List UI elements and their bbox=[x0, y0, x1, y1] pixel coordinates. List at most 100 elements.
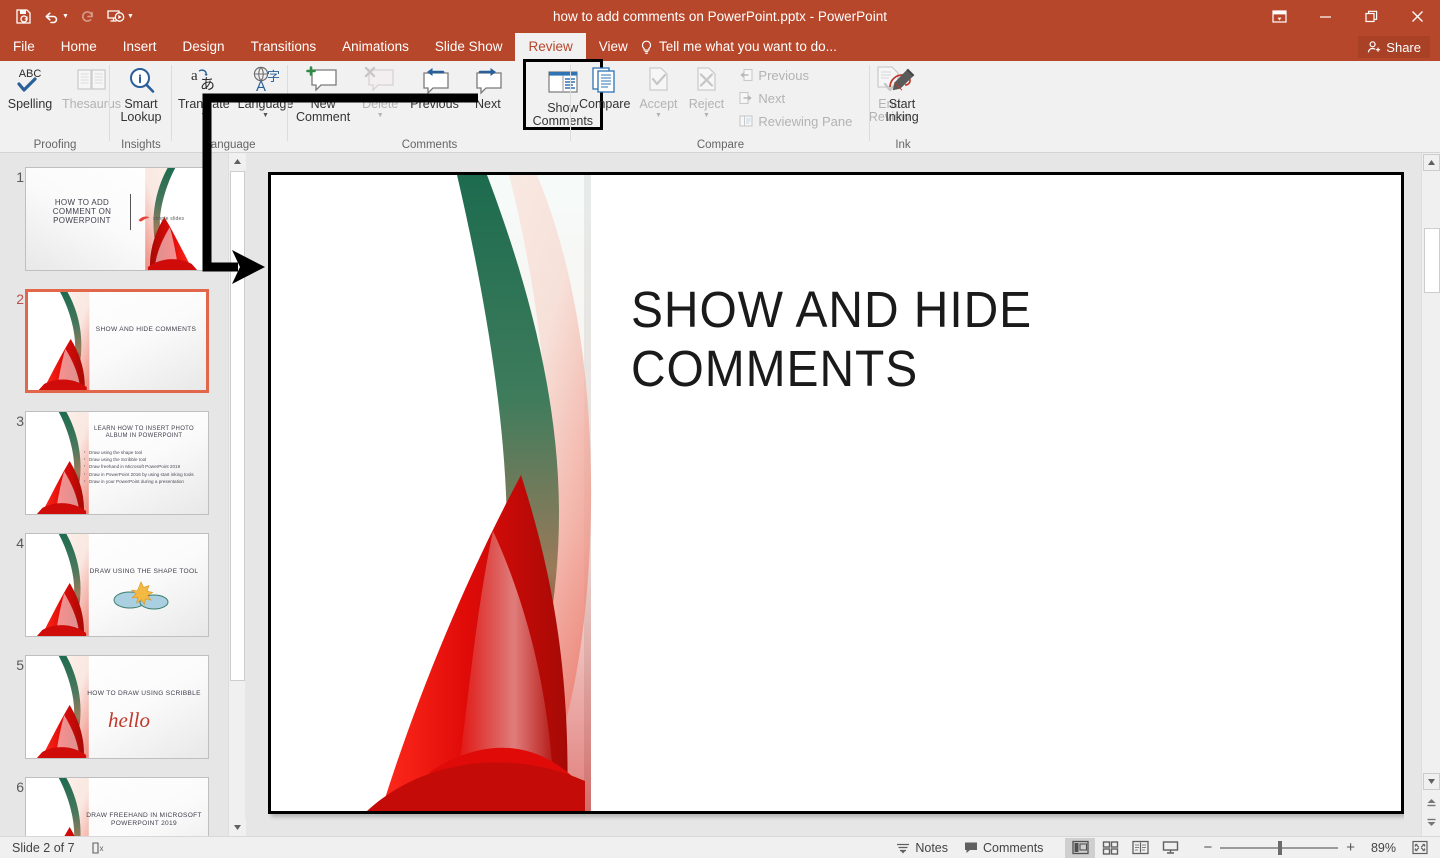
pane-splitter[interactable] bbox=[246, 153, 254, 836]
delete-comment-button[interactable]: Delete ▼ bbox=[354, 61, 406, 119]
slide-title[interactable]: SHOW AND HIDE COMMENTS bbox=[631, 280, 1327, 398]
next-change-icon bbox=[739, 91, 753, 105]
spelling-label: Spelling bbox=[7, 97, 53, 111]
scroll-down-icon[interactable] bbox=[229, 819, 246, 836]
current-slide[interactable]: SHOW AND HIDE COMMENTS bbox=[268, 172, 1404, 814]
thumbnail-slide-6[interactable]: 6 DRAW FREEHAND IN MICROSOFT POWERPOINT … bbox=[0, 777, 228, 836]
ribbon-group-comments: New Comment Delete ▼ Previous Next Show … bbox=[288, 59, 603, 153]
reviewing-pane-label: Reviewing Pane bbox=[758, 113, 853, 129]
zoom-out-button[interactable]: − bbox=[1195, 837, 1220, 858]
comments-button[interactable]: Comments bbox=[956, 837, 1051, 858]
svg-text:a: a bbox=[191, 68, 198, 84]
slide-scrollbar-thumb[interactable] bbox=[1424, 228, 1440, 293]
slide-stage[interactable]: SHOW AND HIDE COMMENTS bbox=[254, 153, 1404, 836]
language-label: Language bbox=[237, 97, 294, 111]
normal-view-button[interactable] bbox=[1065, 837, 1096, 858]
next-slide-button[interactable] bbox=[1423, 814, 1440, 831]
translate-button[interactable]: aあ Translate ▼ bbox=[174, 61, 234, 120]
language-dropdown-icon[interactable]: ▼ bbox=[262, 112, 269, 119]
tab-home[interactable]: Home bbox=[48, 33, 110, 61]
bullet-marker: ▪ bbox=[84, 450, 86, 454]
thumbnail-title: HOW TO DRAW USING SCRIBBLE bbox=[87, 690, 201, 697]
start-inking-button[interactable]: Start Inking bbox=[876, 61, 928, 124]
undo-dropdown-icon[interactable]: ▼ bbox=[62, 13, 73, 20]
smart-lookup-button[interactable]: Smart Lookup bbox=[116, 61, 166, 124]
tab-animations[interactable]: Animations bbox=[329, 33, 422, 61]
thumbnail-preview[interactable]: HOW TO DRAW USING SCRIBBLE hello bbox=[25, 655, 209, 759]
slide-indicator[interactable]: Slide 2 of 7 bbox=[0, 837, 83, 858]
translate-dropdown-icon[interactable]: ▼ bbox=[200, 112, 207, 119]
previous-change-button[interactable]: Previous bbox=[734, 64, 857, 86]
ribbon-group-label-ink: Ink bbox=[895, 139, 911, 151]
compare-label: Compare bbox=[579, 97, 631, 111]
zoom-slider-handle[interactable] bbox=[1278, 840, 1283, 855]
thumbnail-slide-4[interactable]: 4 DRAW USING THE SHAPE TOOL bbox=[0, 533, 228, 643]
scroll-up-icon[interactable] bbox=[229, 153, 246, 170]
ribbon-group-ink: Start Inking Ink bbox=[870, 61, 936, 153]
slide-vertical-scrollbar[interactable] bbox=[1421, 153, 1440, 836]
zoom-slider[interactable] bbox=[1220, 838, 1339, 858]
previous-comment-button[interactable]: Previous bbox=[406, 61, 463, 111]
thumbnail-slide-2[interactable]: 2 SHOW AND HIDE COMMENTS bbox=[0, 289, 228, 399]
zoom-in-button[interactable]: + bbox=[1338, 837, 1363, 858]
delete-dropdown-icon[interactable]: ▼ bbox=[377, 112, 384, 119]
fit-slide-to-window-button[interactable] bbox=[1404, 837, 1440, 858]
accept-button[interactable]: Accept ▼ bbox=[634, 61, 682, 119]
zoom-out-icon: − bbox=[1203, 839, 1213, 856]
next-change-button[interactable]: Next bbox=[734, 87, 857, 109]
accessibility-check-button[interactable]: x bbox=[83, 837, 114, 858]
zoom-level[interactable]: 89% bbox=[1363, 837, 1404, 858]
thumbnail-preview[interactable]: DRAW USING THE SHAPE TOOL bbox=[25, 533, 209, 637]
tab-file[interactable]: File bbox=[0, 33, 48, 61]
scroll-down-icon[interactable] bbox=[1423, 773, 1440, 790]
tab-transitions[interactable]: Transitions bbox=[238, 33, 330, 61]
thumbnail-scrollbar-thumb[interactable] bbox=[230, 171, 245, 681]
reject-button[interactable]: Reject ▼ bbox=[682, 61, 730, 119]
accept-dropdown-icon[interactable]: ▼ bbox=[655, 112, 662, 119]
reject-dropdown-icon[interactable]: ▼ bbox=[703, 112, 710, 119]
slide-show-button[interactable] bbox=[1155, 838, 1185, 858]
previous-slide-button[interactable] bbox=[1423, 794, 1440, 811]
reading-view-button[interactable] bbox=[1125, 838, 1155, 858]
thumbnail-preview[interactable]: LEARN HOW TO INSERT PHOTO ALBUM IN POWER… bbox=[25, 411, 209, 515]
svg-text:x: x bbox=[99, 844, 103, 853]
tab-slide-show[interactable]: Slide Show bbox=[422, 33, 516, 61]
scroll-up-icon[interactable] bbox=[1423, 154, 1440, 171]
accept-check-icon bbox=[641, 64, 675, 96]
tab-view[interactable]: View bbox=[586, 33, 641, 61]
restore-icon[interactable] bbox=[1348, 0, 1394, 33]
tab-insert[interactable]: Insert bbox=[110, 33, 170, 61]
start-from-beginning-icon[interactable] bbox=[103, 4, 129, 30]
thumbnail-scrollbar[interactable] bbox=[228, 153, 246, 836]
close-icon[interactable] bbox=[1394, 0, 1440, 33]
tab-review[interactable]: Review bbox=[515, 33, 586, 61]
save-icon[interactable] bbox=[10, 4, 36, 30]
thumbnail-slide-3[interactable]: 3 LEARN HOW TO INSERT PHOTO ALBUM IN POW… bbox=[0, 411, 228, 521]
thumbnail-preview[interactable]: SHOW AND HIDE COMMENTS bbox=[25, 289, 209, 393]
redo-icon[interactable] bbox=[75, 4, 101, 30]
minimize-icon[interactable] bbox=[1302, 0, 1348, 33]
ribbon-group-label-compare: Compare bbox=[696, 139, 745, 151]
thumbnail-slide-5[interactable]: 5 HOW TO DRAW USING SCRIBBLE hello bbox=[0, 655, 228, 765]
thumbnail-slide-1[interactable]: 1 HOW TO ADD COMMENT ON POWERPOINT simpl… bbox=[0, 167, 228, 277]
thumbnail-preview[interactable]: HOW TO ADD COMMENT ON POWERPOINT simple s… bbox=[25, 167, 209, 271]
undo-icon[interactable] bbox=[38, 4, 64, 30]
compare-button[interactable]: Compare bbox=[575, 61, 634, 111]
slide-thumbnail-pane[interactable]: 1 HOW TO ADD COMMENT ON POWERPOINT simpl… bbox=[0, 153, 228, 836]
new-comment-button[interactable]: New Comment bbox=[292, 61, 354, 124]
compare-docs-icon bbox=[585, 64, 625, 96]
next-comment-button[interactable]: Next bbox=[463, 61, 513, 111]
slide-sorter-view-button[interactable] bbox=[1095, 838, 1125, 858]
tell-me-search[interactable]: Tell me what you want to do... bbox=[640, 33, 837, 61]
comment-plus-icon bbox=[302, 64, 344, 96]
thumbnail-preview[interactable]: DRAW FREEHAND IN MICROSOFT POWERPOINT 20… bbox=[25, 777, 209, 836]
notes-button[interactable]: Notes bbox=[888, 837, 956, 858]
ribbon-group-label-proofing: Proofing bbox=[33, 139, 77, 151]
reviewing-pane-button[interactable]: Reviewing Pane bbox=[734, 110, 857, 132]
share-button[interactable]: Share bbox=[1358, 36, 1430, 58]
spelling-button[interactable]: ABC Spelling bbox=[2, 61, 58, 111]
customize-quick-access-toolbar-icon[interactable]: ▼ bbox=[127, 13, 138, 20]
ribbon-display-options-icon[interactable] bbox=[1256, 0, 1302, 33]
thumbnail-title: DRAW USING THE SHAPE TOOL bbox=[89, 568, 199, 575]
tab-design[interactable]: Design bbox=[170, 33, 238, 61]
